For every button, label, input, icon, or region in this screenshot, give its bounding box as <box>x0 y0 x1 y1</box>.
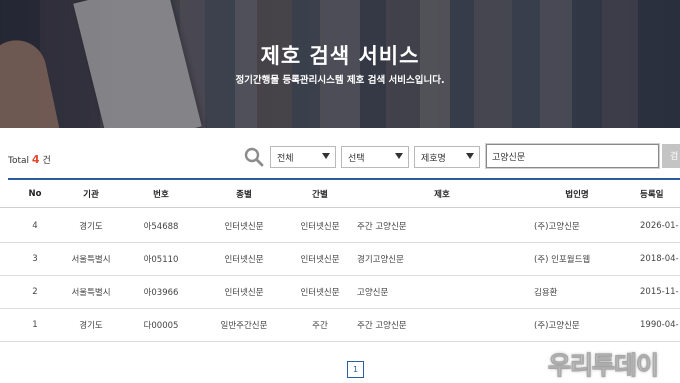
header-period: 간별 <box>312 189 328 200</box>
header-no: No <box>28 188 42 199</box>
cell-period: 인터넷신문 <box>300 222 340 232</box>
cell-org: 서울특별시 <box>71 288 111 298</box>
cell-kind: 인터넷신문 <box>224 255 264 265</box>
cell-title[interactable]: 주간 고양신문 <box>352 210 532 242</box>
total-unit: 건 <box>42 156 51 166</box>
search-icon[interactable] <box>244 147 264 167</box>
table-row[interactable]: 4 경기도 아54688 인터넷신문 인터넷신문 주간 고양신문 (주)고양신문… <box>0 210 680 243</box>
chevron-down-icon <box>466 153 474 159</box>
table-row[interactable]: 2 서울특별시 아03966 인터넷신문 인터넷신문 고양신문 김용환 2015… <box>0 276 680 309</box>
cell-kind: 인터넷신문 <box>224 288 264 298</box>
total-count: Total 4 건 <box>8 153 51 166</box>
cell-corp: (주)고양신문 <box>534 222 580 232</box>
cell-corp: (주) 인포월드웹 <box>534 255 591 265</box>
cell-date: 2018-04- <box>640 254 679 264</box>
page-title: 제호 검색 서비스 <box>260 44 420 68</box>
cell-kind: 인터넷신문 <box>224 222 264 232</box>
search-button[interactable]: 검 <box>662 144 680 168</box>
page: 제호 검색 서비스 정기간행물 등록관리시스템 제호 검색 서비스입니다. To… <box>0 0 680 383</box>
cell-no: 3 <box>32 254 38 264</box>
cell-period: 주간 <box>312 321 328 331</box>
watermark-logo: 우리투데이 <box>547 351 659 381</box>
cell-period: 인터넷신문 <box>300 288 340 298</box>
cell-date: 1990-04- <box>640 320 679 330</box>
cell-title[interactable]: 경기고양신문 <box>352 243 532 275</box>
cell-org: 서울특별시 <box>71 255 111 265</box>
chevron-down-icon <box>322 153 330 159</box>
cell-org: 경기도 <box>79 321 103 331</box>
cell-no: 1 <box>32 320 38 330</box>
cell-no: 2 <box>32 287 38 297</box>
cell-date: 2015-11- <box>640 287 679 297</box>
header-org: 기관 <box>83 189 99 200</box>
total-number: 4 <box>31 153 40 166</box>
region-select[interactable]: 전체 <box>270 146 336 168</box>
cell-title[interactable]: 주간 고양신문 <box>352 309 532 341</box>
cell-num: 아03966 <box>143 288 179 298</box>
table-row[interactable]: 1 경기도 다00005 일반주간신문 주간 주간 고양신문 (주)고양신문 1… <box>0 309 680 342</box>
cell-num: 다00005 <box>143 321 179 331</box>
cell-num: 아54688 <box>143 222 179 232</box>
cell-date: 2026-01- <box>640 221 679 231</box>
hero-banner: 제호 검색 서비스 정기간행물 등록관리시스템 제호 검색 서비스입니다. <box>0 0 680 128</box>
cell-corp: (주)고양신문 <box>534 321 580 331</box>
cell-num: 아05110 <box>143 255 179 265</box>
header-corp: 법인명 <box>565 189 589 200</box>
cell-kind: 일반주간신문 <box>220 321 268 331</box>
total-label: Total <box>8 156 30 166</box>
cell-title[interactable]: 고양신문 <box>352 276 532 308</box>
cell-org: 경기도 <box>79 222 103 232</box>
cell-corp: 김용환 <box>534 288 558 298</box>
header-num: 번호 <box>153 189 169 200</box>
cell-period: 인터넷신문 <box>300 255 340 265</box>
pagination-page-1[interactable]: 1 <box>347 361 364 378</box>
category-select[interactable]: 선택 <box>341 146 409 168</box>
table-header: No 기관 번호 종별 간별 제호 법인명 등록일 <box>0 180 680 208</box>
header-kind: 종별 <box>236 189 252 200</box>
header-date: 등록일 <box>640 189 664 200</box>
search-input[interactable]: 고양신문 <box>486 144 659 168</box>
page-subtitle: 정기간행물 등록관리시스템 제호 검색 서비스입니다. <box>235 75 445 86</box>
header-title: 제호 <box>434 189 450 200</box>
table-row[interactable]: 3 서울특별시 아05110 인터넷신문 인터넷신문 경기고양신문 (주) 인포… <box>0 243 680 276</box>
chevron-down-icon <box>395 153 403 159</box>
cell-no: 4 <box>32 221 38 231</box>
field-select[interactable]: 제호명 <box>414 146 480 168</box>
